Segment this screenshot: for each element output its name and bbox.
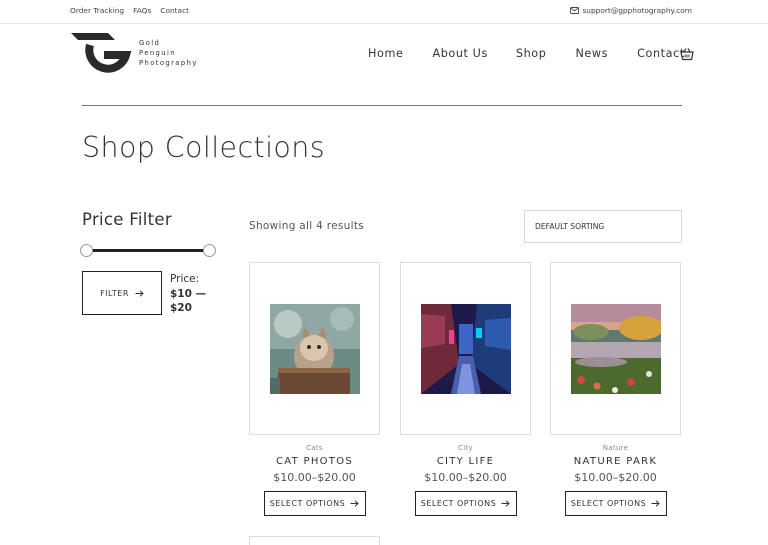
nav-item-contact[interactable]: Contact bbox=[637, 47, 685, 60]
price-slider-max-handle[interactable] bbox=[203, 244, 216, 257]
product-price: $10.00–$20.00 bbox=[424, 471, 507, 484]
brand-line-3: Photography bbox=[139, 59, 198, 67]
product-image-frame[interactable] bbox=[249, 536, 380, 545]
envelope-icon bbox=[570, 7, 580, 14]
filter-button-label: FILTER bbox=[100, 288, 129, 298]
select-options-button[interactable]: SELECT OPTIONS bbox=[414, 491, 517, 516]
faqs-link[interactable]: FAQs bbox=[133, 6, 151, 15]
product-image-frame[interactable] bbox=[550, 262, 681, 435]
nav-item-shop[interactable]: Shop bbox=[516, 47, 547, 60]
support-email[interactable]: support@gpphotography.com bbox=[570, 6, 692, 15]
top-links: Order Tracking FAQs Contact bbox=[70, 6, 189, 15]
price-label: Price: bbox=[170, 273, 200, 285]
page-title: Shop Collections bbox=[82, 131, 325, 164]
select-options-button[interactable]: SELECT OPTIONS bbox=[263, 491, 366, 516]
product-image-frame[interactable] bbox=[400, 262, 531, 435]
brand-line-1: Gold bbox=[139, 39, 161, 47]
support-email-text: support@gpphotography.com bbox=[582, 6, 692, 15]
nature-photo-image bbox=[571, 304, 661, 394]
product-price: $10.00–$20.00 bbox=[273, 471, 356, 484]
header-divider bbox=[82, 105, 682, 106]
price-filter-title: Price Filter bbox=[82, 210, 172, 229]
cat-photo-image bbox=[270, 304, 360, 394]
product-category: Nature bbox=[602, 444, 629, 452]
arrow-right-icon bbox=[651, 500, 660, 507]
select-options-label: SELECT OPTIONS bbox=[269, 499, 346, 508]
product-card: Cats CAT PHOTOS $10.00–$20.00 SELECT OPT… bbox=[249, 262, 380, 516]
select-options-label: SELECT OPTIONS bbox=[420, 499, 497, 508]
price-slider-track[interactable] bbox=[86, 249, 210, 252]
select-options-label: SELECT OPTIONS bbox=[570, 499, 647, 508]
arrow-right-icon bbox=[135, 289, 144, 297]
basket-icon bbox=[680, 48, 694, 61]
nav-item-about-us[interactable]: About Us bbox=[432, 47, 487, 60]
product-price: $10.00–$20.00 bbox=[574, 471, 657, 484]
city-photo-image bbox=[421, 304, 511, 394]
product-image-frame[interactable] bbox=[249, 262, 380, 435]
product-category: Cats bbox=[306, 444, 323, 452]
cart-button[interactable] bbox=[680, 46, 694, 61]
top-bar: Order Tracking FAQs Contact support@gpph… bbox=[0, 0, 768, 24]
main-nav: Home About Us Shop News Contact bbox=[368, 47, 685, 60]
product-card: Nature NATURE PARK $10.00–$20.00 SELECT … bbox=[550, 262, 681, 516]
nav-item-home[interactable]: Home bbox=[368, 47, 403, 60]
nav-item-news[interactable]: News bbox=[575, 47, 608, 60]
filter-button[interactable]: FILTER bbox=[82, 271, 162, 315]
product-name[interactable]: CAT PHOTOS bbox=[249, 456, 380, 467]
results-count: Showing all 4 results bbox=[249, 220, 365, 232]
product-name[interactable]: NATURE PARK bbox=[550, 456, 681, 467]
site-logo[interactable]: Gold Penguin Photography bbox=[70, 30, 210, 76]
logo-mark bbox=[71, 33, 132, 73]
price-readout: Price: $10 — $20 bbox=[170, 272, 214, 316]
price-range: $10 — $20 bbox=[170, 287, 207, 315]
arrow-right-icon bbox=[350, 500, 359, 507]
brand-line-2: Penguin bbox=[139, 49, 176, 57]
product-category: City bbox=[458, 444, 473, 452]
arrow-right-icon bbox=[501, 500, 510, 507]
product-name[interactable]: CITY LIFE bbox=[400, 456, 531, 467]
product-card: City CITY LIFE $10.00–$20.00 SELECT OPTI… bbox=[400, 262, 531, 516]
contact-top-link[interactable]: Contact bbox=[160, 6, 189, 15]
brand-name: Gold Penguin Photography bbox=[139, 38, 198, 68]
order-tracking-link[interactable]: Order Tracking bbox=[70, 6, 124, 15]
price-slider-min-handle[interactable] bbox=[80, 244, 93, 257]
select-options-button[interactable]: SELECT OPTIONS bbox=[564, 491, 667, 516]
sorting-select[interactable]: DEFAULT SORTING bbox=[524, 210, 682, 243]
